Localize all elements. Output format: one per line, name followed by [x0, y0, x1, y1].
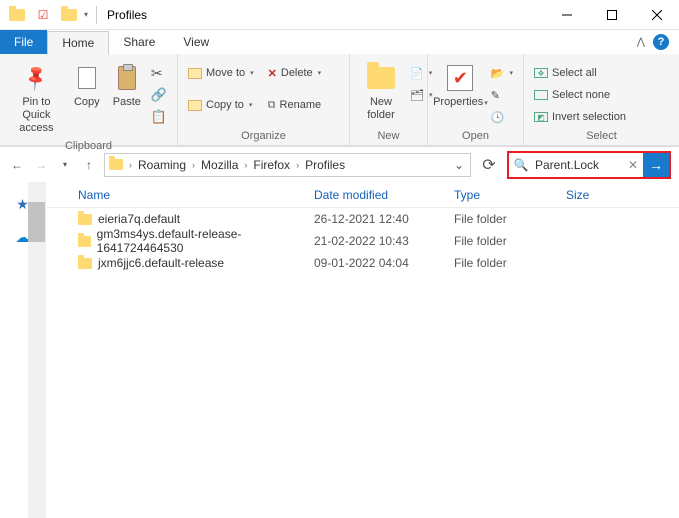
file-type: File folder: [446, 256, 558, 270]
breadcrumb-segment[interactable]: Roaming: [134, 158, 190, 172]
recent-locations-icon[interactable]: ▾: [56, 156, 74, 174]
file-list-pane: Name Date modified Type Size eieria7q.de…: [46, 182, 679, 518]
invert-selection-button[interactable]: ◩Invert selection: [530, 106, 630, 128]
cut-icon[interactable]: ✂: [147, 62, 171, 84]
navigation-pane[interactable]: ★ ☁: [0, 182, 46, 518]
delete-button[interactable]: ✕Delete▾: [264, 62, 326, 84]
content-area: ★ ☁ Name Date modified Type Size eieria7…: [0, 182, 679, 518]
chevron-right-icon[interactable]: ›: [294, 160, 301, 170]
copy-button[interactable]: Copy: [67, 58, 107, 113]
collapse-ribbon-icon[interactable]: ⋀: [637, 37, 645, 48]
chevron-right-icon[interactable]: ›: [190, 160, 197, 170]
back-button[interactable]: ←: [8, 156, 26, 174]
pin-to-quick-access-button[interactable]: 📌 Pin to Quick access: [6, 58, 67, 140]
copy-path-icon[interactable]: 🔗: [147, 84, 171, 106]
column-date[interactable]: Date modified: [306, 188, 446, 202]
chevron-right-icon[interactable]: ›: [242, 160, 249, 170]
file-name: eieria7q.default: [98, 212, 180, 226]
organize-group-label: Organize: [178, 130, 349, 145]
refresh-button[interactable]: ⟳: [477, 153, 501, 177]
address-bar[interactable]: › Roaming › Mozilla › Firefox › Profiles…: [104, 153, 471, 177]
folder-icon: [78, 258, 92, 269]
edit-icon[interactable]: ✎: [487, 84, 517, 106]
quick-access-toolbar: ☑ ▾: [0, 4, 101, 26]
file-name: jxm6jjc6.default-release: [98, 256, 224, 270]
file-name: gm3ms4ys.default-release-1641724464530: [97, 227, 306, 255]
select-none-button[interactable]: Select none: [530, 84, 630, 106]
column-type[interactable]: Type: [446, 188, 558, 202]
file-type: File folder: [446, 212, 558, 226]
ribbon: 📌 Pin to Quick access Copy Paste ✂ 🔗 📋 C…: [0, 54, 679, 146]
window-controls: [544, 0, 679, 30]
search-icon: 🔍: [509, 158, 533, 172]
window-title: Profiles: [107, 8, 147, 22]
chevron-right-icon[interactable]: ›: [127, 160, 134, 170]
tab-share[interactable]: Share: [109, 30, 169, 54]
file-date: 21-02-2022 10:43: [306, 234, 446, 248]
file-date: 09-01-2022 04:04: [306, 256, 446, 270]
close-button[interactable]: [634, 0, 679, 30]
new-folder-button[interactable]: New folder: [356, 58, 406, 126]
paste-button[interactable]: Paste: [107, 58, 147, 113]
history-icon[interactable]: 🕓: [487, 106, 517, 128]
minimize-button[interactable]: [544, 0, 589, 30]
paste-shortcut-icon[interactable]: 📋: [147, 106, 171, 128]
select-all-button[interactable]: ❖Select all: [530, 62, 630, 84]
ribbon-tabs: File Home Share View ⋀ ?: [0, 30, 679, 54]
file-date: 26-12-2021 12:40: [306, 212, 446, 226]
copy-to-button[interactable]: Copy to▾: [184, 94, 258, 116]
breadcrumb-segment[interactable]: Mozilla: [197, 158, 242, 172]
file-type: File folder: [446, 234, 558, 248]
properties-qat-icon[interactable]: ☑: [32, 4, 54, 26]
table-row[interactable]: jxm6jjc6.default-release 09-01-2022 04:04…: [46, 252, 679, 274]
column-name[interactable]: Name: [46, 188, 306, 202]
open-group-label: Open: [428, 130, 523, 145]
folder-icon[interactable]: [58, 4, 80, 26]
tab-file[interactable]: File: [0, 30, 47, 54]
quick-access-icon[interactable]: ★: [16, 196, 29, 213]
title-bar: ☑ ▾ Profiles: [0, 0, 679, 30]
address-dropdown-icon[interactable]: ⌄: [448, 158, 470, 172]
table-row[interactable]: gm3ms4ys.default-release-164172446453021…: [46, 230, 679, 252]
tab-view[interactable]: View: [169, 30, 223, 54]
column-size[interactable]: Size: [558, 188, 679, 202]
move-to-button[interactable]: Move to▾: [184, 62, 258, 84]
clear-search-icon[interactable]: ✕: [623, 158, 643, 172]
folder-icon: [78, 236, 91, 247]
maximize-button[interactable]: [589, 0, 634, 30]
breadcrumb-segment[interactable]: Firefox: [249, 158, 294, 172]
column-headers: Name Date modified Type Size: [46, 182, 679, 208]
new-group-label: New: [350, 130, 427, 145]
folder-icon: [78, 214, 92, 225]
up-button[interactable]: ↑: [80, 156, 98, 174]
forward-button[interactable]: →: [32, 156, 50, 174]
qat-dropdown-icon[interactable]: ▾: [84, 10, 88, 19]
folder-icon: [109, 159, 123, 170]
search-box[interactable]: 🔍 Parent.Lock ✕ →: [507, 151, 671, 179]
breadcrumb-segment[interactable]: Profiles: [301, 158, 349, 172]
tab-home[interactable]: Home: [47, 31, 109, 55]
help-icon[interactable]: ?: [653, 34, 669, 50]
properties-button[interactable]: ✔ Properties▾: [434, 58, 487, 113]
folder-icon[interactable]: [6, 4, 28, 26]
search-input[interactable]: Parent.Lock: [533, 158, 623, 172]
open-icon[interactable]: 📂▾: [487, 62, 517, 84]
rename-button[interactable]: ⧉Rename: [264, 94, 326, 116]
select-group-label: Select: [524, 130, 679, 145]
search-go-button[interactable]: →: [643, 153, 669, 177]
tree-scrollbar[interactable]: [28, 182, 45, 518]
